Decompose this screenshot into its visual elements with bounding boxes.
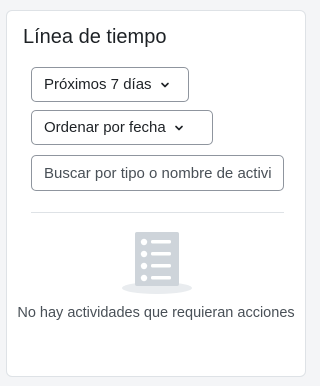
chevron-down-icon <box>174 125 183 130</box>
day-filter-label: Próximos 7 días <box>44 76 152 93</box>
timeline-block: Línea de tiempo Próximos 7 días Ordenar … <box>6 10 306 377</box>
chevron-down-icon <box>160 82 169 87</box>
sort-dropdown[interactable]: Ordenar por fecha <box>31 110 213 145</box>
divider <box>31 212 284 213</box>
day-filter-dropdown[interactable]: Próximos 7 días <box>31 67 189 102</box>
empty-state-message: No hay actividades que requieran accione… <box>17 305 295 321</box>
checklist-icon <box>122 232 192 294</box>
search-input[interactable] <box>31 155 284 191</box>
block-title: Línea de tiempo <box>23 26 167 48</box>
sort-label: Ordenar por fecha <box>44 119 166 136</box>
